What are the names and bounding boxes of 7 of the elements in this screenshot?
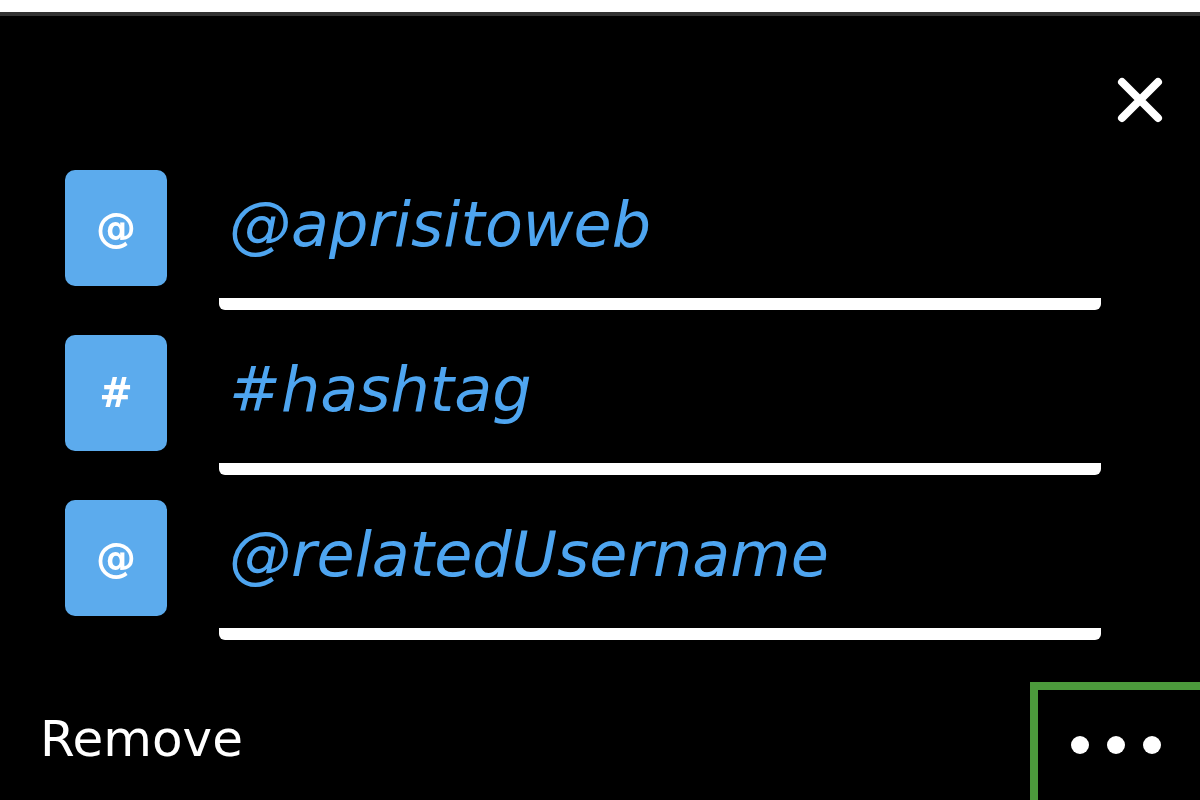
close-icon (1117, 77, 1163, 123)
symbol-tile: @ (65, 500, 167, 616)
symbol-tile: @ (65, 170, 167, 286)
more-icon (1070, 735, 1162, 755)
remove-link[interactable]: Remove (40, 710, 243, 768)
symbol-tile: # (65, 335, 167, 451)
more-button[interactable] (1030, 682, 1200, 800)
